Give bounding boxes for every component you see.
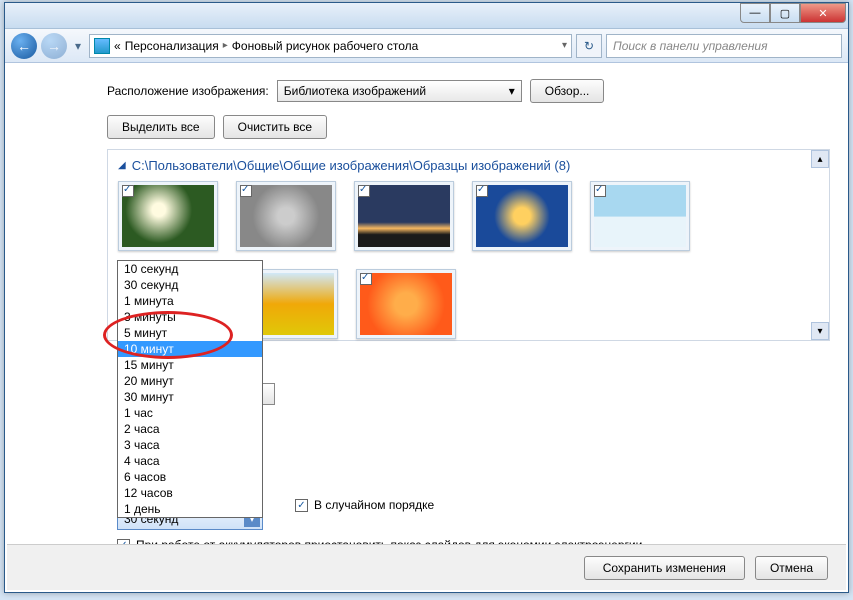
interval-option[interactable]: 10 минут <box>118 341 262 357</box>
back-button[interactable]: ← <box>11 33 37 59</box>
folder-header[interactable]: C:\Пользователи\Общие\Общие изображения\… <box>132 158 571 173</box>
thumbnail[interactable] <box>590 181 690 251</box>
interval-dropdown-list: 10 секунд30 секунд1 минута3 минуты5 мину… <box>117 260 263 518</box>
thumbnail-checkbox[interactable] <box>240 185 252 197</box>
address-dropdown-icon[interactable]: ▾ <box>562 40 567 51</box>
select-all-button[interactable]: Выделить все <box>107 115 215 139</box>
navigation-bar: ← → ▾ « Персонализация ▸ Фоновый рисунок … <box>5 29 848 63</box>
thumbnail[interactable] <box>356 269 456 339</box>
collapse-icon[interactable]: ◢ <box>118 160 126 171</box>
chevron-right-icon[interactable]: ▸ <box>223 40 228 51</box>
thumbnail[interactable] <box>354 181 454 251</box>
thumbnail-checkbox[interactable] <box>122 185 134 197</box>
random-label: В случайном порядке <box>314 498 434 512</box>
window: — ▢ ✕ ← → ▾ « Персонализация ▸ Фоновый ри… <box>4 2 849 593</box>
thumbnail[interactable] <box>472 181 572 251</box>
scroll-down-button[interactable]: ▾ <box>811 322 829 340</box>
search-input[interactable]: Поиск в панели управления <box>606 34 842 58</box>
interval-option[interactable]: 15 минут <box>118 357 262 373</box>
footer-bar: Сохранить изменения Отмена <box>7 544 846 590</box>
history-dropdown[interactable]: ▾ <box>71 39 85 53</box>
thumbnail[interactable] <box>118 181 218 251</box>
search-placeholder: Поиск в панели управления <box>613 39 768 53</box>
maximize-button[interactable]: ▢ <box>770 3 800 23</box>
browse-button[interactable]: Обзор... <box>530 79 605 103</box>
interval-option[interactable]: 2 часа <box>118 421 262 437</box>
cancel-button[interactable]: Отмена <box>755 556 828 580</box>
refresh-button[interactable]: ↻ <box>576 34 602 58</box>
thumbnail-checkbox[interactable] <box>476 185 488 197</box>
interval-option[interactable]: 4 часа <box>118 453 262 469</box>
location-value: Библиотека изображений <box>284 84 426 98</box>
save-button[interactable]: Сохранить изменения <box>584 556 745 580</box>
interval-option[interactable]: 6 часов <box>118 469 262 485</box>
interval-option[interactable]: 20 минут <box>118 373 262 389</box>
thumbnail-checkbox[interactable] <box>594 185 606 197</box>
thumbnail-checkbox[interactable] <box>360 273 372 285</box>
interval-option[interactable]: 5 минут <box>118 325 262 341</box>
address-bar[interactable]: « Персонализация ▸ Фоновый рисунок рабоче… <box>89 34 572 58</box>
breadcrumb-seg1[interactable]: Персонализация <box>125 39 219 53</box>
forward-button: → <box>41 33 67 59</box>
interval-option[interactable]: 12 часов <box>118 485 262 501</box>
chevron-down-icon: ▾ <box>509 84 515 98</box>
thumbnail[interactable] <box>236 181 336 251</box>
thumbnail-checkbox[interactable] <box>358 185 370 197</box>
control-panel-icon <box>94 38 110 54</box>
random-checkbox[interactable]: ✓ <box>295 499 308 512</box>
interval-option[interactable]: 1 минута <box>118 293 262 309</box>
scroll-up-button[interactable]: ▴ <box>811 150 829 168</box>
clear-all-button[interactable]: Очистить все <box>223 115 327 139</box>
minimize-button[interactable]: — <box>740 3 770 23</box>
breadcrumb-seg2[interactable]: Фоновый рисунок рабочего стола <box>232 39 419 53</box>
interval-option[interactable]: 30 минут <box>118 389 262 405</box>
interval-option[interactable]: 1 час <box>118 405 262 421</box>
interval-option[interactable]: 1 день <box>118 501 262 517</box>
location-label: Расположение изображения: <box>107 84 269 98</box>
titlebar: — ▢ ✕ <box>5 3 848 29</box>
breadcrumb-prefix[interactable]: « <box>114 39 121 53</box>
interval-option[interactable]: 3 минуты <box>118 309 262 325</box>
interval-option[interactable]: 10 секунд <box>118 261 262 277</box>
location-select[interactable]: Библиотека изображений ▾ <box>277 80 522 102</box>
interval-option[interactable]: 30 секунд <box>118 277 262 293</box>
interval-option[interactable]: 3 часа <box>118 437 262 453</box>
close-button[interactable]: ✕ <box>800 3 846 23</box>
